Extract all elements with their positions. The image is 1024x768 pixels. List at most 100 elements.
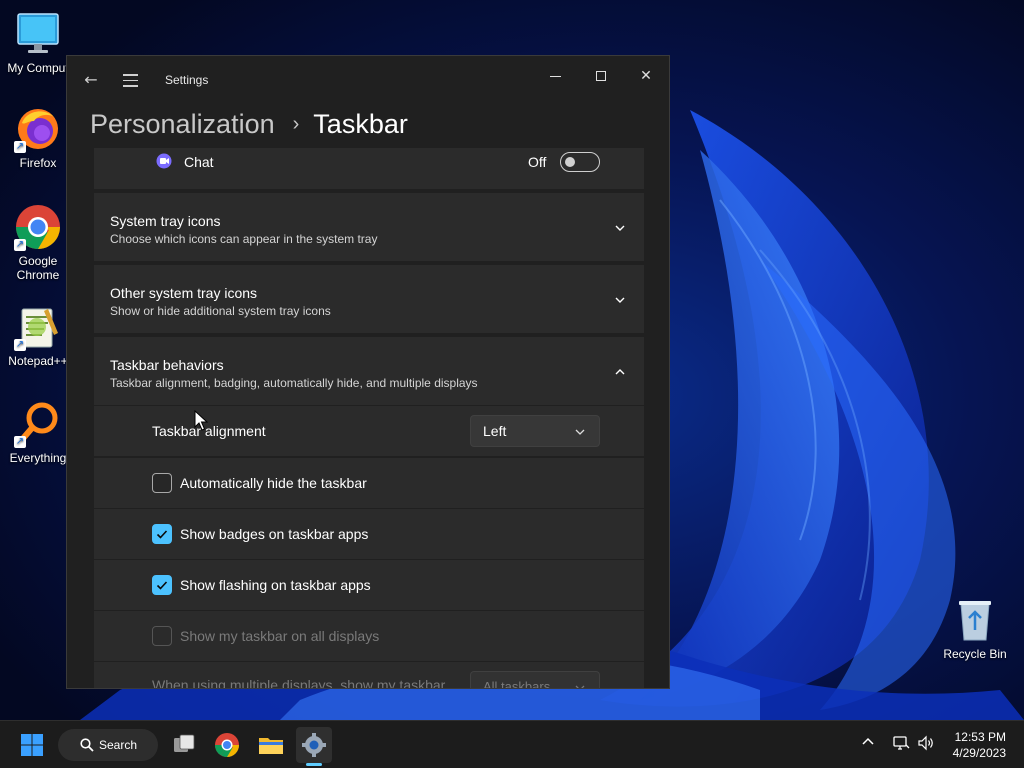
settings-gear-icon [302,733,326,757]
show-flashing-label[interactable]: Show flashing on taskbar apps [180,577,371,593]
taskbar-settings-button[interactable] [296,727,332,763]
chevron-down-icon [614,222,626,234]
chat-label: Chat [184,154,214,170]
shortcut-arrow-icon: ↗ [14,339,26,351]
card-system-tray-icons[interactable]: System tray icons Choose which icons can… [94,193,644,261]
dropdown-value: All taskbars [483,679,551,689]
taskbar-alignment-dropdown[interactable]: Left [470,415,600,447]
folder-icon [259,738,283,754]
title-bar[interactable]: ← Settings ✕ [67,56,669,104]
maximize-icon [596,71,606,81]
desktop-icon-label: My Comput [7,61,69,75]
show-flashing-row: Show flashing on taskbar apps [94,560,644,610]
firefox-icon: ↗ [14,105,62,153]
chevron-down-icon [575,683,585,688]
taskbar-search-button[interactable]: Search [58,729,158,761]
notepadpp-icon: ↗ [14,303,62,351]
auto-hide-label[interactable]: Automatically hide the taskbar [180,475,367,491]
chevron-down-icon [575,427,585,437]
active-app-indicator [306,763,322,766]
chat-row: Chat Off [94,148,644,189]
page-title: Taskbar [313,108,408,139]
desktop-icon-recycle-bin[interactable]: Recycle Bin [937,596,1013,661]
all-displays-row: Show my taskbar on all displays [94,611,644,661]
show-badges-row: Show badges on taskbar apps [94,509,644,559]
taskbar-chrome-button[interactable] [209,727,245,763]
breadcrumb: Personalization › Taskbar [90,104,408,144]
taskbar-alignment-label: Taskbar alignment [152,423,266,439]
chat-icon [156,153,172,169]
auto-hide-row: Automatically hide the taskbar [94,458,644,508]
show-flashing-checkbox[interactable] [152,575,172,595]
settings-content-scroll[interactable]: Chat Off System tray icons Choose which … [94,148,644,689]
show-badges-label[interactable]: Show badges on taskbar apps [180,526,368,542]
windows-logo-icon [21,734,43,756]
desktop-icon-label: Everything [9,451,67,465]
multi-display-dropdown[interactable]: All taskbars [470,671,600,689]
checkmark-icon [156,581,168,590]
shortcut-arrow-icon: ↗ [14,141,26,153]
recycle-bin-icon [951,596,999,644]
taskbar: Search 12:53 PM 4/29/2023 [0,720,1024,768]
settings-window: ← Settings ✕ Personalization › Taskbar C… [66,55,670,689]
card-other-system-tray-icons[interactable]: Other system tray icons Show or hide add… [94,265,644,333]
card-taskbar-behaviors[interactable]: Taskbar behaviors Taskbar alignment, bad… [94,337,644,405]
desktop-icon-label: Google Chrome [16,254,60,282]
auto-hide-checkbox[interactable] [152,473,172,493]
desktop-icon-everything[interactable]: ↗ Everything [0,400,76,465]
card-subtitle: Choose which icons can appear in the sys… [110,232,378,246]
everything-search-icon: ↗ [14,400,62,448]
card-title: Taskbar behaviors [110,357,224,373]
chrome-icon [215,733,239,758]
all-displays-checkbox[interactable] [152,626,172,646]
back-arrow-icon[interactable]: ← [81,70,101,90]
card-title: Other system tray icons [110,285,258,301]
multi-display-row: When using multiple displays, show my ta… [94,662,644,689]
chevron-down-icon [614,294,626,306]
search-icon [80,738,94,752]
search-label: Search [99,738,138,752]
hamburger-menu-icon[interactable] [121,70,141,90]
minimize-icon [549,75,561,77]
desktop-icon-label: Notepad++ [8,354,68,368]
desktop-icon-label: Firefox [19,156,57,170]
desktop-icon-firefox[interactable]: ↗ Firefox [0,105,76,170]
shortcut-arrow-icon: ↗ [14,239,26,251]
taskbar-alignment-row: Taskbar alignment Left [94,406,644,456]
desktop-icon-google-chrome[interactable]: ↗ Google Chrome [0,203,76,282]
checkmark-icon [156,530,168,539]
network-icon[interactable] [892,735,910,754]
chat-toggle[interactable] [560,152,600,172]
task-view-button[interactable] [166,727,202,763]
close-button[interactable]: ✕ [626,60,666,92]
mouse-cursor-icon [194,409,209,432]
clock-date: 4/29/2023 [952,746,1006,760]
desktop-icon-label: Recycle Bin [943,647,1007,661]
all-displays-label: Show my taskbar on all displays [180,628,380,644]
desktop-icon-my-computer[interactable]: My Comput [0,10,76,75]
volume-icon[interactable] [917,735,935,754]
multi-display-label: When using multiple displays, show my ta… [152,677,446,689]
card-title: System tray icons [110,213,221,229]
task-view-icon [174,734,195,752]
card-subtitle: Show or hide additional system tray icon… [110,304,331,318]
breadcrumb-parent[interactable]: Personalization [90,109,275,140]
chat-toggle-state: Off [528,154,547,170]
start-button[interactable] [14,727,50,763]
clock-time: 12:53 PM [954,730,1006,744]
monitor-icon [14,10,62,58]
minimize-button[interactable] [535,60,575,92]
desktop-icon-notepadpp[interactable]: ↗ Notepad++ [0,303,76,368]
chevron-up-icon [614,366,626,378]
window-title: Settings [165,73,209,87]
maximize-button[interactable] [581,60,621,92]
taskbar-clock[interactable]: 12:53 PM 4/29/2023 [953,729,1006,761]
close-icon: ✕ [640,68,652,84]
dropdown-value: Left [483,423,507,439]
show-badges-checkbox[interactable] [152,524,172,544]
chevron-up-icon[interactable] [861,735,875,752]
taskbar-file-explorer-button[interactable] [253,727,289,763]
card-subtitle: Taskbar alignment, badging, automaticall… [110,376,478,390]
shortcut-arrow-icon: ↗ [14,436,26,448]
breadcrumb-separator-icon: › [292,112,300,135]
